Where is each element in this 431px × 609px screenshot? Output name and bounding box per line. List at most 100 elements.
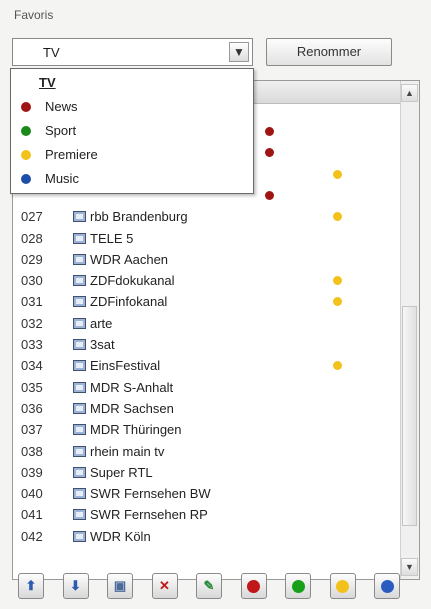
rename-button[interactable]: Renommer (266, 38, 392, 66)
dropdown-item-music[interactable]: Music (11, 167, 253, 191)
channel-number: 034 (21, 358, 43, 374)
channel-number: 031 (21, 294, 43, 310)
channel-number: 040 (21, 486, 43, 502)
red-favorite-dot-icon (265, 190, 274, 200)
properties-button[interactable]: ▣ (107, 573, 133, 599)
channel-number: 030 (21, 273, 43, 289)
edit-button[interactable]: ✎ (196, 573, 222, 599)
channel-row[interactable]: 038 rhein main tv (13, 441, 401, 463)
red-button[interactable] (240, 573, 267, 599)
combobox-selected-value: TV (43, 45, 60, 60)
channel-name: Super RTL (90, 464, 153, 480)
channel-name: ZDFdokukanal (90, 273, 175, 289)
channel-name: TELE 5 (90, 230, 134, 246)
channel-row[interactable]: 041 SWR Fernsehen RP (13, 504, 401, 526)
channel-number: 036 (21, 400, 43, 416)
channel-row[interactable]: 029 WDR Aachen (13, 249, 401, 271)
channel-name: rhein main tv (90, 443, 165, 459)
dropdown-item-sport[interactable]: Sport (11, 119, 253, 143)
channel-row[interactable]: 036 MDR Sachsen (13, 398, 401, 420)
window-icon: ▣ (113, 578, 127, 593)
tv-channel-icon (73, 509, 86, 521)
channel-number: 039 (21, 464, 43, 480)
channel-row[interactable]: 040 SWR Fernsehen BW (13, 483, 401, 505)
red-dot-icon (21, 102, 31, 112)
blue-button[interactable] (374, 573, 400, 599)
channel-name: arte (90, 315, 113, 331)
channel-row[interactable]: 027 rbb Brandenburg (13, 206, 401, 228)
channel-name: SWR Fernsehen BW (90, 486, 211, 502)
tv-channel-icon (73, 339, 86, 350)
channel-row[interactable]: 032 arte (13, 313, 401, 335)
channel-number: 029 (21, 251, 43, 267)
dropdown-item-premiere[interactable]: Premiere (11, 143, 253, 167)
channel-row[interactable]: 033 3sat (13, 334, 401, 356)
channel-row[interactable]: 039 Super RTL (13, 462, 401, 484)
channel-name: MDR Sachsen (90, 400, 174, 416)
green-button[interactable] (285, 573, 311, 599)
channel-number: 038 (21, 443, 43, 459)
dropdown-item-label: Music (45, 171, 79, 186)
blue-dot-icon (21, 174, 31, 184)
scroll-up-icon[interactable]: ▲ (401, 84, 418, 102)
yellow-favorite-dot-icon (333, 361, 342, 371)
yellow-button[interactable] (329, 573, 356, 599)
channel-name: ZDFinfokanal (90, 294, 168, 310)
channel-name: EinsFestival (90, 358, 161, 374)
vertical-scrollbar[interactable]: ▲ ▼ (400, 81, 419, 579)
tv-channel-icon (73, 253, 86, 265)
chevron-down-icon[interactable]: ▼ (229, 42, 249, 62)
channel-number: 035 (21, 379, 43, 395)
channel-row[interactable]: 030 ZDFdokukanal (13, 270, 401, 292)
channel-number: 037 (21, 422, 43, 438)
move-up-button[interactable]: ⬆ (18, 573, 44, 599)
favorites-dropdown-menu: TV News Sport Premiere Music (10, 68, 254, 194)
dropdown-item-label: TV (39, 75, 56, 90)
green-circle-icon (291, 579, 305, 593)
yellow-favorite-dot-icon (333, 169, 342, 179)
channel-name: rbb Brandenburg (90, 209, 188, 225)
tv-channel-icon (73, 211, 86, 223)
channel-number: 041 (21, 507, 43, 523)
channel-row[interactable]: 028 TELE 5 (13, 228, 401, 250)
scroll-down-icon[interactable]: ▼ (401, 558, 418, 576)
favorites-combobox[interactable]: TV ▼ (12, 38, 253, 66)
delete-x-icon: ✕ (159, 578, 170, 593)
scrollbar-thumb[interactable] (402, 306, 417, 526)
favorites-label: Favoris (14, 8, 54, 22)
channel-row[interactable]: 035 MDR S-Anhalt (13, 377, 401, 399)
channel-name: MDR Thüringen (90, 422, 182, 438)
red-favorite-dot-icon (265, 148, 274, 158)
dropdown-item-label: Sport (45, 123, 77, 138)
channel-row[interactable]: 042 WDR Köln (13, 526, 401, 548)
arrow-down-icon: ⬇ (70, 578, 81, 593)
channel-number: 032 (21, 315, 43, 331)
edit-icon: ✎ (203, 578, 215, 593)
tv-channel-icon (73, 445, 86, 457)
channel-row[interactable]: 031 ZDFinfokanal (13, 291, 401, 313)
channel-number: 042 (21, 528, 43, 544)
channel-row[interactable]: 034 EinsFestival (13, 355, 401, 377)
channel-row[interactable]: 037 MDR Thüringen (13, 419, 401, 441)
red-circle-icon (247, 579, 260, 593)
yellow-dot-icon (21, 150, 31, 160)
tv-channel-icon (73, 402, 86, 414)
dropdown-item-news[interactable]: News (11, 95, 253, 119)
channel-name: 3sat (90, 337, 115, 352)
channel-number: 033 (21, 337, 43, 352)
tv-channel-icon (73, 232, 86, 244)
delete-button[interactable]: ✕ (151, 573, 178, 599)
move-down-button[interactable]: ⬇ (62, 573, 89, 599)
channel-number: 028 (21, 230, 43, 246)
tv-channel-icon (73, 275, 86, 287)
yellow-favorite-dot-icon (333, 212, 342, 222)
yellow-favorite-dot-icon (333, 297, 342, 307)
dropdown-item-tv[interactable]: TV (11, 71, 253, 95)
tv-channel-icon (73, 424, 86, 436)
yellow-circle-icon (336, 579, 349, 593)
green-dot-icon (21, 126, 31, 136)
arrow-up-icon: ⬆ (25, 578, 37, 593)
tv-channel-icon (73, 296, 86, 308)
tv-channel-icon (73, 317, 86, 329)
channel-number: 027 (21, 209, 43, 225)
